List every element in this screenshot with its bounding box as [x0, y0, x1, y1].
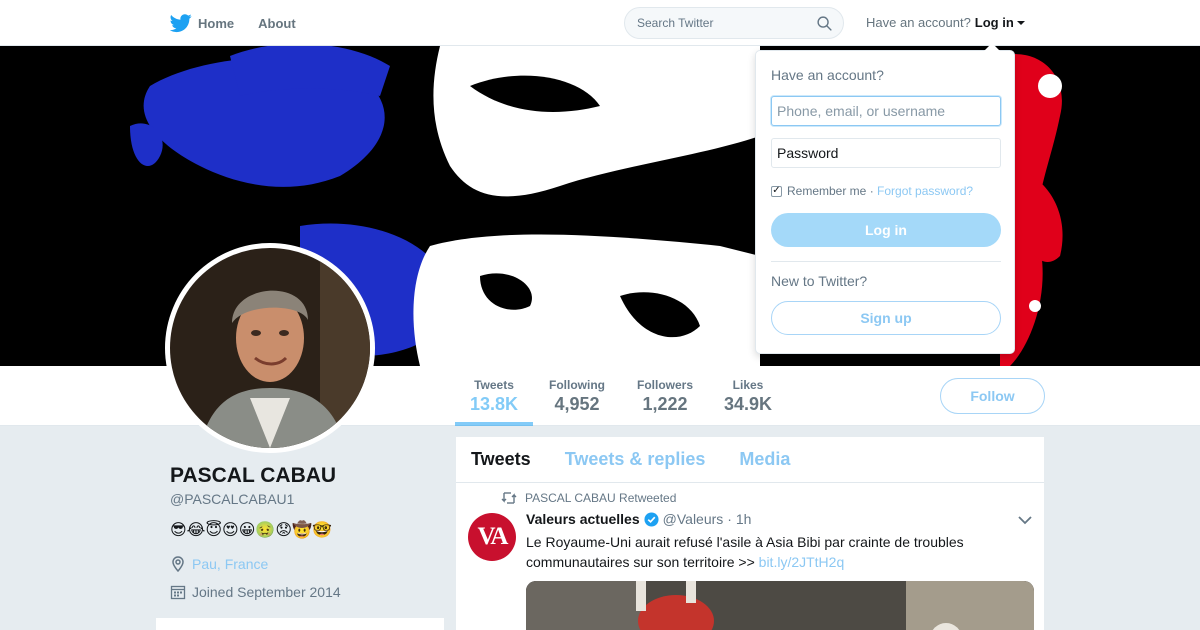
tweet-author-handle[interactable]: @Valeurs [663, 511, 724, 527]
timeline-tabs: Tweets Tweets & replies Media [456, 437, 1044, 483]
home-label: Home [198, 15, 235, 31]
login-dropdown: Have an account? ✓ Remember me · Forgot … [755, 43, 1015, 354]
stat-following[interactable]: Following 4,952 [547, 378, 607, 415]
profile-location: Pau, France [170, 556, 268, 572]
verified-badge-icon [644, 511, 659, 527]
dropdown-title: Have an account? [771, 67, 884, 83]
stat-value: 4,952 [554, 394, 600, 414]
profile-handle: @PASCALCABAU1 [170, 491, 295, 507]
stat-value: 13.8K [470, 394, 519, 414]
forgot-password-link[interactable]: Forgot password? [877, 184, 973, 198]
stat-tweets[interactable]: Tweets 13.8K [470, 378, 518, 415]
timeline: Tweets Tweets & replies Media PASCAL CAB… [456, 437, 1044, 630]
tab-media[interactable]: Media [739, 449, 790, 470]
top-nav-bar: Home About Search Twitter Have an accoun… [0, 0, 1200, 46]
stat-label: Following [549, 378, 605, 392]
remember-checkbox[interactable]: ✓ [771, 185, 782, 197]
stat-label: Followers [636, 378, 693, 392]
stat-likes[interactable]: Likes 34.9K [722, 378, 774, 415]
tab-tweets-replies[interactable]: Tweets & replies [565, 449, 706, 470]
tweet-link[interactable]: bit.ly/2JTtH2q [759, 554, 845, 570]
tweet-text: Le Royaume-Uni aurait refusé l'asile à A… [526, 532, 996, 572]
tweet-header: Valeurs actuelles @Valeurs · 1h [526, 511, 751, 527]
profile-side-card [156, 618, 444, 630]
nav-left: Home About [170, 0, 320, 46]
tweet-media-image [526, 581, 1034, 630]
location-link[interactable]: Pau, France [192, 556, 268, 572]
avatar-photo [170, 248, 370, 448]
twitter-bird-icon [170, 14, 192, 33]
follow-button[interactable]: Follow [940, 378, 1045, 414]
profile-name: PASCAL CABAU [170, 464, 337, 487]
profile-joined: Joined September 2014 [170, 584, 341, 600]
username-field[interactable] [771, 96, 1001, 126]
location-pin-icon [172, 556, 184, 572]
calendar-icon [170, 585, 186, 600]
joined-date: Joined September 2014 [192, 584, 341, 600]
stat-followers[interactable]: Followers 1,222 [635, 378, 695, 415]
profile-avatar[interactable] [165, 243, 375, 453]
caret-down-icon [1016, 20, 1025, 25]
new-to-twitter-label: New to Twitter? [771, 273, 868, 289]
search-placeholder: Search Twitter [637, 16, 714, 30]
login-menu-label[interactable]: Log in [975, 15, 1014, 30]
dropdown-divider [771, 261, 1001, 262]
remember-row: ✓ Remember me · Forgot password? [771, 184, 973, 198]
remember-label[interactable]: Remember me [787, 184, 866, 198]
retweet-context: PASCAL CABAU Retweeted [501, 491, 676, 505]
tweet-author-avatar[interactable]: VA [468, 513, 516, 561]
stat-value: 1,222 [642, 394, 688, 414]
retweet-label[interactable]: PASCAL CABAU Retweeted [525, 491, 676, 505]
tweet-timestamp[interactable]: · 1h [727, 511, 751, 527]
about-link[interactable]: About [258, 16, 296, 31]
tab-tweets[interactable]: Tweets [471, 449, 531, 470]
tweet-body: Le Royaume-Uni aurait refusé l'asile à A… [526, 534, 964, 570]
home-link[interactable]: Home [170, 12, 234, 34]
tweet-media[interactable] [526, 581, 1034, 630]
stat-label: Likes [732, 378, 764, 392]
account-prompt: Have an account? [866, 15, 971, 30]
password-field[interactable] [771, 138, 1001, 168]
signup-button[interactable]: Sign up [771, 301, 1001, 335]
login-button[interactable]: Log in [771, 213, 1001, 247]
account-menu[interactable]: Have an account? Log in [866, 15, 1025, 30]
stat-label: Tweets [474, 378, 514, 392]
search-input[interactable]: Search Twitter [624, 7, 844, 39]
tweet-author-name[interactable]: Valeurs actuelles [526, 511, 640, 527]
stat-value: 34.9K [723, 394, 773, 414]
chevron-down-icon[interactable] [1018, 515, 1032, 525]
active-tab-underline [455, 422, 533, 426]
separator-dot: · [866, 184, 878, 198]
retweet-icon [501, 492, 517, 504]
profile-bio-emojis: 😎😂😇😍😀🤢😟🤠🤓 [170, 522, 332, 539]
search-icon[interactable] [816, 15, 833, 32]
